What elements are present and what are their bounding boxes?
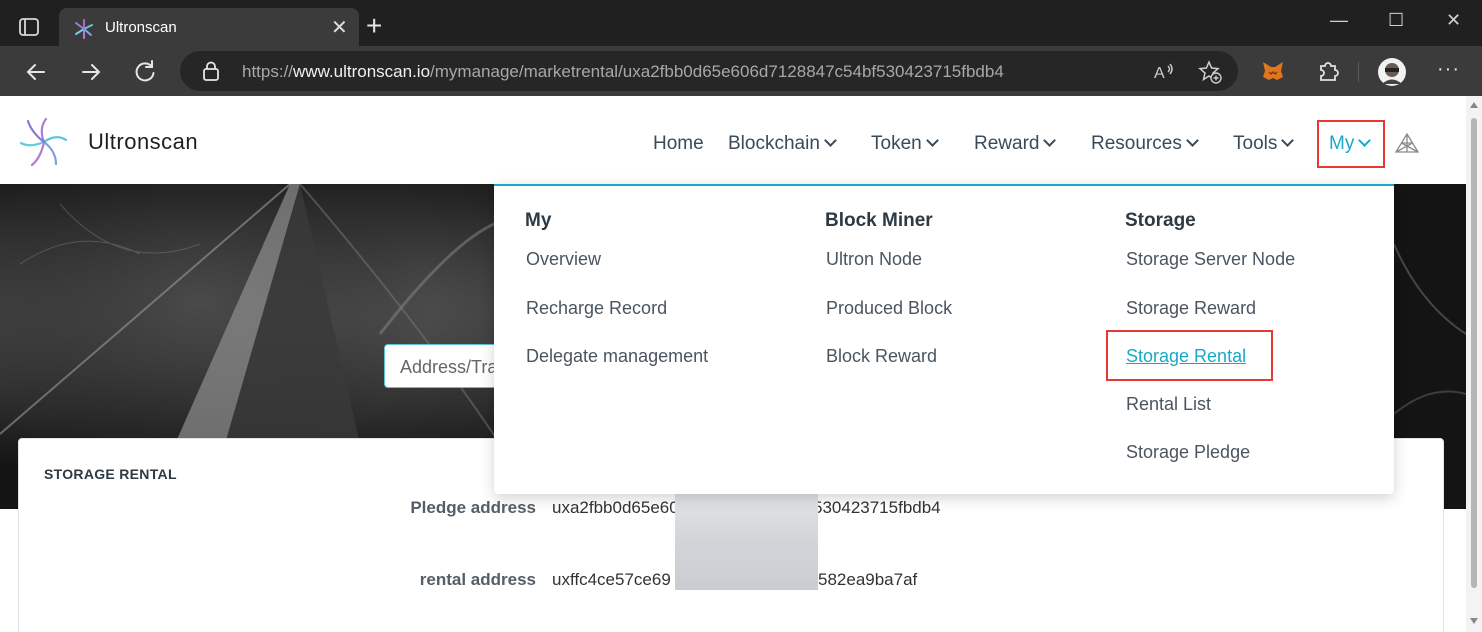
menu-item-block-reward[interactable]: Block Reward bbox=[826, 346, 937, 367]
close-tab-icon[interactable]: ✕ bbox=[331, 18, 348, 38]
browser-tab-bar: Ultronscan ✕ + — ☐ ✕ bbox=[0, 0, 1482, 52]
chevron-down-icon bbox=[925, 134, 939, 147]
pledge-address-value-start: uxa2fbb0d65e60 bbox=[552, 498, 679, 517]
close-window-icon[interactable]: ✕ bbox=[1446, 10, 1461, 31]
menu-item-delegate-management[interactable]: Delegate management bbox=[526, 346, 708, 367]
rental-address-label: rental address bbox=[419, 570, 536, 589]
pledge-address-label: Pledge address bbox=[410, 498, 536, 517]
url-bar[interactable]: https://www.ultronscan.io/mymanage/marke… bbox=[180, 51, 1238, 91]
menu-item-ultron-node[interactable]: Ultron Node bbox=[826, 249, 922, 270]
nav-resources[interactable]: Resources bbox=[1091, 133, 1199, 155]
chevron-down-icon bbox=[1281, 134, 1295, 147]
reload-icon[interactable] bbox=[131, 58, 159, 86]
ultronscan-logo-icon[interactable] bbox=[18, 116, 70, 168]
tab-title: Ultronscan bbox=[105, 19, 177, 36]
url-text[interactable]: https://www.ultronscan.io/mymanage/marke… bbox=[242, 62, 1004, 82]
menu-item-recharge-record[interactable]: Recharge Record bbox=[526, 298, 667, 319]
chevron-down-icon bbox=[1043, 134, 1057, 147]
profile-avatar[interactable] bbox=[1377, 57, 1406, 86]
ultronscan-favicon-icon bbox=[73, 18, 95, 40]
nav-reward[interactable]: Reward bbox=[974, 133, 1057, 155]
nav-blockchain[interactable]: Blockchain bbox=[728, 133, 837, 155]
chevron-down-icon bbox=[824, 134, 837, 147]
rental-address-value-end: 582ea9ba7af bbox=[818, 570, 918, 589]
dropdown-heading-my: My bbox=[525, 210, 552, 231]
page-scrollbar[interactable] bbox=[1466, 96, 1482, 632]
brand-name[interactable]: Ultronscan bbox=[88, 129, 198, 155]
new-tab-icon[interactable]: + bbox=[366, 12, 382, 40]
toolbar-divider bbox=[1358, 62, 1359, 82]
scroll-up-arrow-icon[interactable] bbox=[1470, 102, 1478, 108]
minimize-icon[interactable]: — bbox=[1330, 10, 1348, 31]
rental-address-value-start: uxffc4ce57ce69 bbox=[552, 570, 671, 589]
card-title: STORAGE RENTAL bbox=[44, 466, 177, 482]
redaction-blur bbox=[675, 494, 818, 590]
url-host: www.ultronscan.io bbox=[293, 62, 431, 81]
nav-token[interactable]: Token bbox=[871, 133, 939, 155]
menu-item-produced-block[interactable]: Produced Block bbox=[826, 298, 952, 319]
scroll-down-arrow-icon[interactable] bbox=[1470, 618, 1478, 624]
lock-icon[interactable] bbox=[202, 61, 220, 81]
svg-text:A: A bbox=[1154, 65, 1165, 82]
url-path: /mymanage/marketrental/uxa2fbb0d65e606d7… bbox=[430, 62, 1004, 81]
nav-blockchain-label: Blockchain bbox=[728, 133, 820, 154]
read-aloud-icon[interactable]: A bbox=[1152, 60, 1176, 84]
menu-item-storage-pledge[interactable]: Storage Pledge bbox=[1126, 442, 1250, 463]
network-triangle-icon[interactable] bbox=[1394, 132, 1420, 154]
more-options-icon[interactable]: ··· bbox=[1437, 58, 1460, 81]
dropdown-heading-block-miner: Block Miner bbox=[825, 210, 933, 231]
nav-home[interactable]: Home bbox=[653, 133, 704, 155]
highlight-box-my bbox=[1317, 120, 1385, 168]
maximize-icon[interactable]: ☐ bbox=[1388, 10, 1404, 31]
add-favorite-icon[interactable] bbox=[1198, 60, 1222, 84]
search-placeholder: Address/Tra bbox=[400, 357, 498, 377]
nav-token-label: Token bbox=[871, 133, 922, 154]
nav-tools-label: Tools bbox=[1233, 133, 1278, 154]
browser-toolbar: https://www.ultronscan.io/mymanage/marke… bbox=[0, 46, 1482, 96]
my-dropdown-menu: My Overview Recharge Record Delegate man… bbox=[494, 184, 1394, 494]
nav-reward-label: Reward bbox=[974, 133, 1040, 154]
tab-actions-icon[interactable] bbox=[14, 14, 44, 40]
extensions-puzzle-icon[interactable] bbox=[1314, 57, 1342, 85]
forward-arrow-icon[interactable] bbox=[77, 58, 105, 86]
nav-resources-label: Resources bbox=[1091, 133, 1182, 154]
menu-item-storage-reward[interactable]: Storage Reward bbox=[1126, 298, 1256, 319]
pledge-address-value-end: 530423715fbdb4 bbox=[813, 498, 941, 517]
metamask-fox-icon[interactable] bbox=[1259, 57, 1287, 85]
highlight-box-storage-rental bbox=[1106, 330, 1273, 381]
menu-item-rental-list[interactable]: Rental List bbox=[1126, 394, 1211, 415]
back-arrow-icon[interactable] bbox=[22, 58, 50, 86]
menu-item-overview[interactable]: Overview bbox=[526, 249, 601, 270]
scroll-thumb[interactable] bbox=[1471, 118, 1477, 588]
menu-item-storage-server-node[interactable]: Storage Server Node bbox=[1126, 249, 1295, 270]
dropdown-heading-storage: Storage bbox=[1125, 210, 1196, 231]
site-header: Ultronscan Home Blockchain Token Reward … bbox=[0, 96, 1466, 184]
nav-tools[interactable]: Tools bbox=[1233, 133, 1295, 155]
chevron-down-icon bbox=[1185, 134, 1199, 147]
url-prefix: https:// bbox=[242, 62, 294, 81]
